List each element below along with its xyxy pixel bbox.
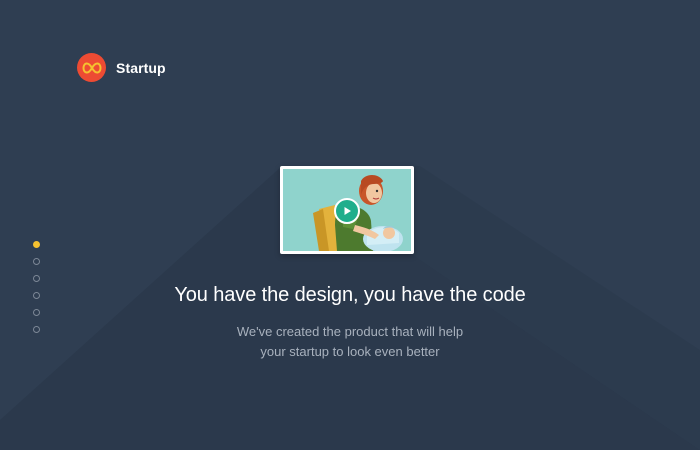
pagination-dot-1[interactable] (33, 241, 40, 248)
hero-subtext-line-2: your startup to look even better (260, 344, 440, 359)
hero-headline: You have the design, you have the code (174, 284, 526, 306)
brand-name: Startup (116, 59, 166, 76)
hero-subtext-line-1: We've created the product that will help (236, 324, 464, 339)
pagination-dot-5[interactable] (33, 309, 40, 316)
brand-link[interactable]: Startup (77, 53, 166, 82)
pagination-dot-2[interactable] (33, 258, 40, 265)
infinity-icon (77, 53, 106, 82)
play-button[interactable] (334, 198, 360, 224)
video-thumbnail[interactable] (280, 166, 414, 254)
play-icon (344, 207, 351, 215)
page: Startup You have the design, you have th… (0, 0, 700, 450)
pagination-dot-3[interactable] (33, 275, 40, 282)
hero-subtext: We've created the product that will help… (0, 322, 700, 362)
